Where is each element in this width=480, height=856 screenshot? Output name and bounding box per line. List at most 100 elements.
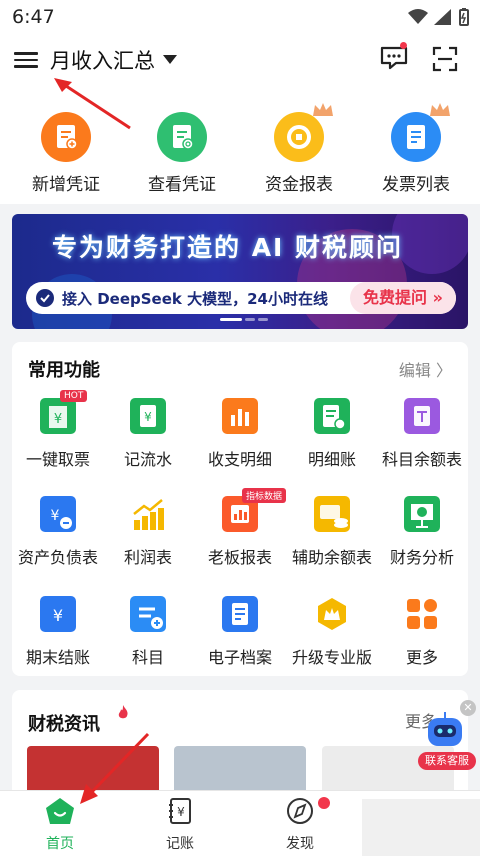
function-label: 资产负债表 [17,548,98,567]
function-label: 科目余额表 [381,450,462,469]
svg-text:¥: ¥ [53,606,63,625]
common-functions-card: 常用功能 编辑 〉 ¥ HOT 一键取票 ¥ 记流水 收支明细 明细账 科目余额… [12,342,468,676]
func-e-archive[interactable]: 电子档案 [194,596,286,668]
func-financial-analysis[interactable]: 财务分析 [376,496,468,568]
tab-bookkeeping[interactable]: ¥ 记账 [135,797,225,853]
function-label: 老板报表 [207,548,272,567]
ledger-book-icon: ¥ [169,798,191,824]
tab-home[interactable]: 首页 [15,797,105,853]
crown-icon [430,103,450,116]
fire-icon [118,705,128,719]
func-aux-balance[interactable]: 辅助余额表 [286,496,378,568]
message-badge [400,42,407,49]
function-label: 更多 [405,648,438,667]
status-bar: 6:47 [0,0,480,34]
func-subject[interactable]: 科目 [102,596,194,668]
service-label: 联系客服 [418,752,476,770]
quick-action-label: 资金报表 [265,175,333,195]
boss-report-icon: 指标数据 [222,488,287,532]
crown-icon [313,103,333,116]
tab-label: 记账 [166,836,194,852]
func-upgrade-pro[interactable]: 升级专业版 [286,596,378,668]
func-account-balance[interactable]: 科目余额表 [376,398,468,470]
bar-chart-icon [222,398,258,434]
edit-link[interactable]: 编辑 〉 [399,357,452,381]
svg-text:¥: ¥ [54,412,62,427]
function-label: 期末结账 [25,648,90,667]
banner-pill: 接入 DeepSeek 大模型，24小时在线 免费提问 » [26,282,456,314]
function-label: 利润表 [123,548,172,567]
quick-action-invoice-list[interactable]: 发票列表 [366,103,466,195]
tab-label: 发现 [286,836,314,852]
home-icon [46,798,74,824]
quick-action-label: 新增凭证 [32,175,100,195]
func-period-close[interactable]: ¥ 期末结账 [12,596,104,668]
banner-title: 专为财务打造的 AI 财税顾问 [52,233,404,262]
quick-actions: 新增凭证 查看凭证 资金报表 发票列表 [0,86,480,204]
function-label: 收支明细 [207,450,272,469]
ai-banner[interactable]: 专为财务打造的 AI 财税顾问 接入 DeepSeek 大模型，24小时在线 免… [12,214,468,329]
svg-text:¥: ¥ [51,508,60,524]
function-label: 电子档案 [207,648,272,667]
invoice-list-icon [391,103,450,162]
scan-icon[interactable] [432,46,458,72]
free-ask-button[interactable]: 免费提问 » [350,282,456,314]
check-icon [36,289,54,307]
presentation-icon [404,496,440,532]
tab-label: 首页 [46,836,74,852]
news-title: 财税资讯 [28,714,100,735]
banner-subtitle: 接入 DeepSeek 大模型，24小时在线 [62,290,328,308]
compass-icon [287,798,313,824]
ledger-icon: ¥ [130,398,166,434]
wifi-icon [408,9,428,24]
status-icons [408,8,470,26]
quick-action-fund-report[interactable]: 资金报表 [249,103,349,195]
page-title[interactable]: 月收入汇总 [50,45,155,75]
carousel-dot [220,318,242,321]
app-header: 月收入汇总 [0,34,480,86]
func-boss-report[interactable]: 指标数据 老板报表 [194,488,287,568]
section-title: 常用功能 [28,360,100,381]
svg-text:¥: ¥ [144,410,152,424]
func-more[interactable]: 更多 [376,596,468,668]
discover-badge [318,797,330,809]
hot-tag: HOT [60,390,88,402]
robot-icon [428,712,462,746]
svg-text:¥: ¥ [177,805,185,819]
balance-sheet-icon [404,398,440,434]
func-profit-statement[interactable]: 利润表 [102,496,194,568]
detail-ledger-icon [314,398,350,434]
quick-action-new-voucher[interactable]: 新增凭证 [16,112,116,195]
new-voucher-icon [41,112,91,162]
function-label: 一键取票 [25,450,90,469]
func-balance-sheet[interactable]: ¥ 资产负债表 [12,496,104,568]
view-voucher-icon [157,112,207,162]
close-icon[interactable]: ✕ [460,700,476,716]
signal-icon [434,9,451,25]
carousel-dot [258,318,268,321]
tab-discover[interactable]: 发现 [255,797,345,853]
carousel-dot [245,318,255,321]
func-one-click-ticket[interactable]: ¥ HOT 一键取票 [12,390,104,470]
aux-balance-icon [314,496,350,532]
chevron-down-icon[interactable] [163,55,177,64]
ticket-icon: ¥ HOT [40,390,88,434]
growth-chart-icon [130,496,166,532]
quick-action-view-voucher[interactable]: 查看凭证 [132,112,232,195]
function-label: 明细账 [307,450,356,469]
func-record-flow[interactable]: ¥ 记流水 [102,398,194,470]
period-close-icon: ¥ [40,596,76,632]
quick-action-label: 查看凭证 [148,175,216,195]
upgrade-badge-icon [314,596,350,632]
fund-report-icon [274,103,333,162]
customer-service-widget[interactable]: 联系客服 ✕ [418,700,476,772]
battery-icon [459,8,469,26]
func-income-expense[interactable]: 收支明细 [194,398,286,470]
assets-icon: ¥ [40,496,76,532]
function-label: 记流水 [123,450,172,469]
indicator-tag: 指标数据 [242,488,287,503]
subject-icon [130,596,166,632]
menu-icon[interactable] [14,48,38,70]
func-detail-ledger[interactable]: 明细账 [286,398,378,470]
status-time: 6:47 [12,6,55,28]
